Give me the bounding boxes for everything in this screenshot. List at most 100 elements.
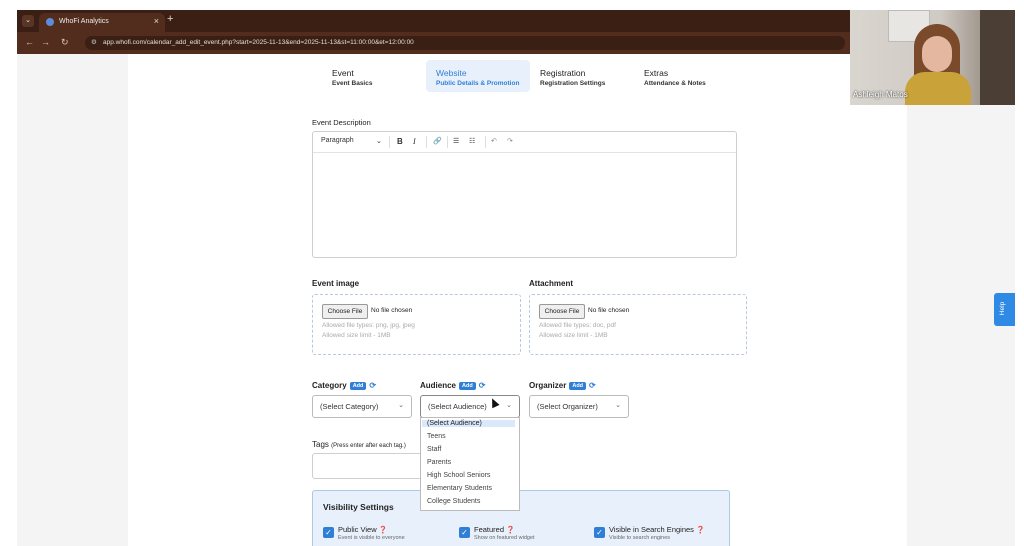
bullet-list-icon[interactable]: ☰	[453, 137, 459, 145]
step-title: Registration	[540, 68, 586, 78]
checkbox-label-row: Visible in Search Engines ❓	[609, 525, 705, 534]
file-status: No file chosen	[371, 307, 413, 314]
add-category-button[interactable]: Add	[349, 382, 367, 390]
webcam-shelf	[980, 10, 1015, 105]
checkbox-description: Event is visible to everyone	[338, 535, 405, 541]
visibility-settings-panel: Visibility Settings ✓ Public View ❓ Even…	[312, 490, 730, 546]
tags-input[interactable]	[312, 453, 422, 479]
paragraph-select[interactable]: Paragraph	[321, 137, 354, 144]
add-audience-button[interactable]: Add	[459, 382, 476, 390]
step-title: Website	[436, 68, 467, 78]
numbered-list-icon[interactable]: ☷	[469, 137, 475, 145]
checkbox-label: Featured	[474, 525, 505, 534]
help-label: Help	[999, 301, 1007, 316]
divider	[485, 136, 486, 148]
dropdown-option[interactable]: Teens	[427, 433, 446, 440]
page-content: Event Event Basics Website Public Detail…	[128, 54, 907, 546]
chevron-down-icon: ⌄	[615, 402, 621, 409]
step-event[interactable]: Event Event Basics	[322, 60, 426, 92]
checkbox-label: Public View	[338, 525, 377, 534]
refresh-icon[interactable]: ⟳	[589, 381, 596, 390]
checkbox-label-row: Featured ❓	[474, 525, 515, 534]
url-input[interactable]: ⚙ app.whofi.com/calendar_add_edit_event.…	[85, 36, 845, 50]
file-size-hint: Allowed size limit - 1MB	[539, 332, 608, 339]
select-value: (Select Audience)	[428, 402, 487, 411]
chevron-down-icon: ⌄	[506, 402, 512, 409]
divider	[426, 136, 427, 148]
help-tab-button[interactable]: Help	[994, 293, 1015, 326]
tab-title: WhoFi Analytics	[59, 18, 109, 25]
attachment-dropzone[interactable]: Choose File No file chosen Allowed file …	[529, 294, 747, 355]
reload-icon[interactable]: ↻	[61, 37, 69, 48]
description-editor[interactable]: Paragraph ⌄ B I 🔗 ☰ ☷ ↶ ↷	[312, 131, 737, 258]
forward-icon[interactable]: →	[41, 37, 50, 47]
add-organizer-button[interactable]: Add	[569, 382, 587, 390]
tags-label: Tags	[312, 440, 329, 449]
webcam-person-body	[905, 72, 971, 105]
file-types-hint: Allowed file types: doc, pdf	[539, 322, 616, 329]
event-image-dropzone[interactable]: Choose File No file chosen Allowed file …	[312, 294, 521, 355]
checkbox-label-row: Public View ❓	[338, 525, 387, 534]
step-title: Event	[332, 68, 354, 78]
check-icon: ✓	[459, 527, 470, 538]
chevron-down-icon[interactable]: ⌄	[376, 137, 382, 145]
close-tab-icon[interactable]: ×	[154, 16, 159, 26]
audience-select[interactable]: (Select Audience) ⌄	[420, 395, 520, 418]
webcam-overlay: Ashleigh Matos	[850, 10, 1015, 105]
info-icon[interactable]: ❓	[379, 527, 388, 534]
dropdown-option[interactable]: High School Seniors	[427, 472, 490, 479]
category-label-row: Category Add ⟳	[312, 381, 376, 390]
checkbox-description: Show on featured widget	[474, 535, 535, 541]
dropdown-option[interactable]: Elementary Students	[427, 485, 492, 492]
webcam-name-label: Ashleigh Matos	[853, 90, 908, 99]
new-tab-icon[interactable]: +	[167, 13, 173, 25]
tags-hint: (Press enter after each tag.)	[331, 443, 406, 449]
info-icon[interactable]: ❓	[696, 527, 705, 534]
tab-search-icon[interactable]: ⌄	[22, 15, 34, 27]
choose-file-button[interactable]: Choose File	[539, 304, 585, 319]
event-image-label: Event image	[312, 279, 360, 288]
organizer-label-row: Organizer Add ⟳	[529, 381, 596, 390]
select-value: (Select Category)	[320, 402, 379, 411]
description-label: Event Description	[312, 118, 371, 127]
check-icon: ✓	[323, 527, 334, 538]
browser-tab[interactable]: WhoFi Analytics ×	[39, 13, 165, 32]
link-icon[interactable]: 🔗	[433, 137, 442, 145]
webcam-person-face	[922, 36, 952, 72]
dropdown-option[interactable]: College Students	[427, 498, 480, 505]
dropdown-option[interactable]: Parents	[427, 459, 451, 466]
file-size-hint: Allowed size limit - 1MB	[322, 332, 391, 339]
divider	[447, 136, 448, 148]
step-subtitle: Public Details & Promotion	[436, 80, 520, 87]
step-registration[interactable]: Registration Registration Settings	[530, 60, 634, 92]
back-icon[interactable]: ←	[25, 37, 34, 47]
audience-label-row: Audience Add ⟳	[420, 381, 485, 390]
checkbox-description: Visible to search engines	[609, 535, 671, 541]
check-icon: ✓	[594, 527, 605, 538]
step-title: Extras	[644, 68, 669, 78]
step-extras[interactable]: Extras Attendance & Notes	[634, 60, 738, 92]
undo-icon[interactable]: ↶	[491, 137, 497, 145]
choose-file-button[interactable]: Choose File	[322, 304, 368, 319]
step-website[interactable]: Website Public Details & Promotion	[426, 60, 530, 92]
editor-toolbar: Paragraph ⌄ B I 🔗 ☰ ☷ ↶ ↷	[313, 132, 736, 153]
dropdown-option[interactable]: (Select Audience)	[422, 420, 515, 427]
refresh-icon[interactable]: ⟳	[479, 381, 486, 390]
category-label: Category	[312, 381, 347, 390]
category-select[interactable]: (Select Category) ⌄	[312, 395, 412, 418]
visibility-title: Visibility Settings	[323, 502, 394, 512]
organizer-select[interactable]: (Select Organizer) ⌄	[529, 395, 629, 418]
file-status: No file chosen	[588, 307, 630, 314]
site-favicon-icon	[46, 18, 54, 26]
organizer-label: Organizer	[529, 381, 567, 390]
site-info-icon[interactable]: ⚙	[91, 36, 97, 50]
step-subtitle: Registration Settings	[540, 80, 606, 87]
dropdown-option[interactable]: Staff	[427, 446, 441, 453]
tags-label-row: Tags (Press enter after each tag.)	[312, 440, 406, 449]
italic-icon[interactable]: I	[413, 137, 416, 146]
info-icon[interactable]: ❓	[506, 527, 515, 534]
bold-icon[interactable]: B	[397, 137, 403, 146]
file-types-hint: Allowed file types: png, jpg, jpeg	[322, 322, 415, 329]
refresh-icon[interactable]: ⟳	[369, 381, 376, 390]
redo-icon[interactable]: ↷	[507, 137, 513, 145]
